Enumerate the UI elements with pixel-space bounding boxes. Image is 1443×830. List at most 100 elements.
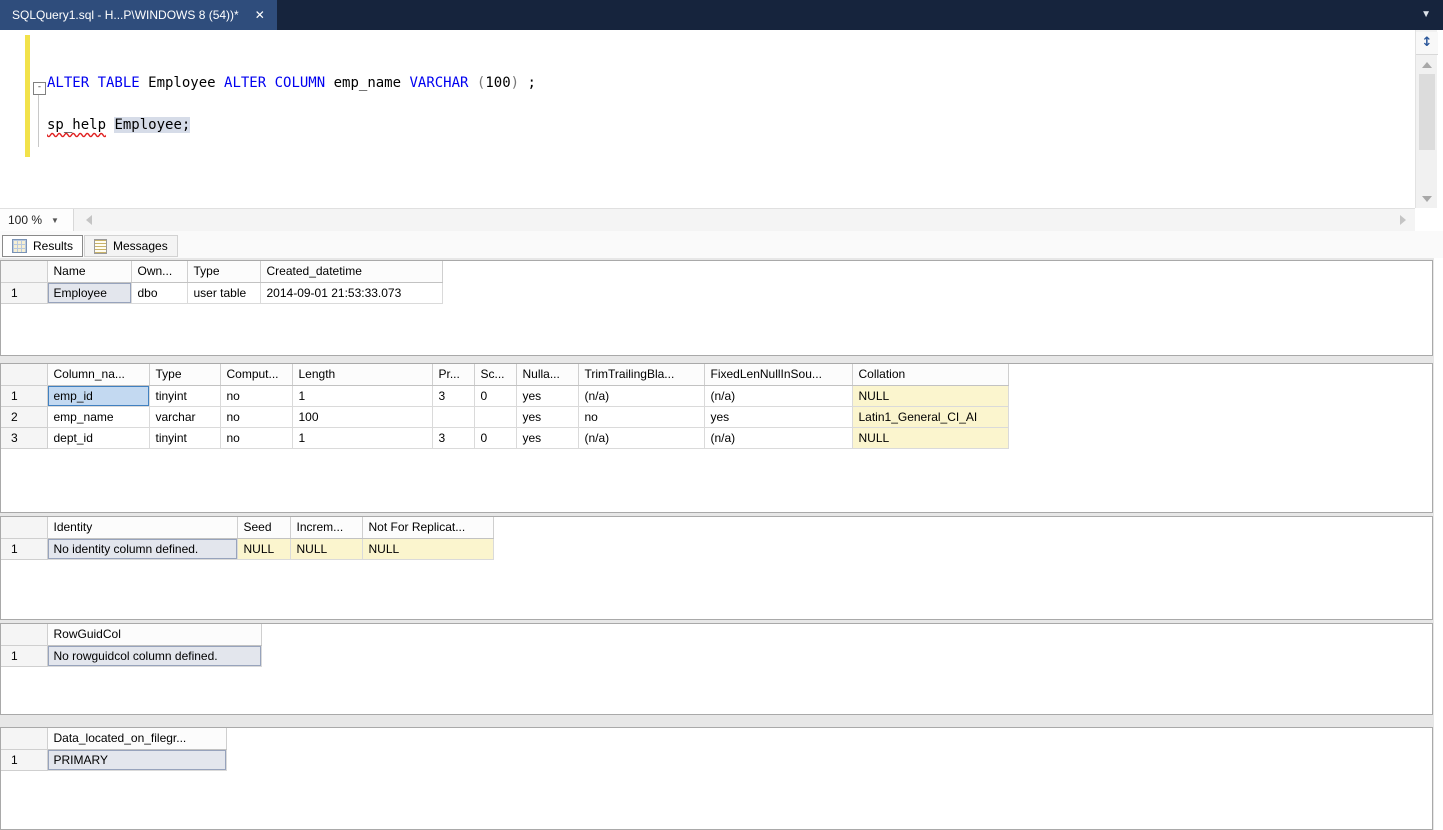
results-pane: Name Own... Type Created_datetime 1 Employee d… — [0, 258, 1434, 830]
grid-cell[interactable]: dept_id — [47, 427, 150, 449]
grid-cell[interactable]: no — [220, 406, 293, 428]
grid-column-header[interactable]: Data_located_on_filegr... — [47, 728, 227, 750]
grid-cell[interactable]: No rowguidcol column defined. — [47, 645, 262, 667]
zoom-value: 100 % — [8, 213, 43, 227]
grid-column-header[interactable]: Length — [292, 364, 433, 386]
grid-column-header[interactable]: Nulla... — [516, 364, 579, 386]
grid-column-header[interactable]: FixedLenNullInSou... — [704, 364, 853, 386]
zoom-dropdown[interactable]: 100 % ▼ — [0, 209, 74, 231]
grid-cell[interactable]: tinyint — [149, 427, 221, 449]
window-menu-caret-icon[interactable]: ▼ — [1421, 9, 1431, 20]
grid-column-header[interactable]: Created_datetime — [260, 261, 443, 283]
scroll-up-icon[interactable] — [1422, 62, 1432, 68]
grid-cell[interactable]: (n/a) — [704, 385, 853, 407]
grid-row-header[interactable]: 1 — [1, 538, 48, 560]
grid-cell[interactable]: NULL — [852, 427, 1009, 449]
grid-cell[interactable]: 1 — [292, 385, 433, 407]
results-tab-bar: Results Messages — [0, 231, 1443, 258]
grid-column-header[interactable]: Identity — [47, 517, 238, 539]
grid-corner[interactable] — [1, 624, 48, 646]
code-token: emp_name — [325, 75, 410, 91]
grid-row-header[interactable]: 3 — [1, 427, 48, 449]
grid-cell[interactable]: NULL — [362, 538, 494, 560]
grid-corner[interactable] — [1, 517, 48, 539]
grid-corner[interactable] — [1, 364, 48, 386]
scroll-down-icon[interactable] — [1422, 196, 1432, 202]
grid-row-header[interactable]: 2 — [1, 406, 48, 428]
grid-column-header[interactable]: Collation — [852, 364, 1009, 386]
editor-vertical-scrollbar[interactable]: ↕ — [1415, 30, 1438, 208]
grid-column-header[interactable]: Sc... — [474, 364, 517, 386]
grid-cell[interactable]: emp_name — [47, 406, 150, 428]
grid-cell[interactable]: Employee — [47, 282, 132, 304]
code-token: ; — [519, 75, 536, 91]
grid-cell[interactable]: no — [220, 427, 293, 449]
grid-cell[interactable]: NULL — [290, 538, 363, 560]
close-icon[interactable]: ✕ — [255, 9, 265, 21]
grid-cell[interactable]: tinyint — [149, 385, 221, 407]
grid-corner[interactable] — [1, 728, 48, 750]
grid-row-header[interactable]: 1 — [1, 385, 48, 407]
grid-cell[interactable]: user table — [187, 282, 261, 304]
grid-cell[interactable]: PRIMARY — [47, 749, 227, 771]
grid-cell[interactable]: yes — [516, 385, 579, 407]
grid-corner[interactable] — [1, 261, 48, 283]
splitter-handle-icon[interactable]: ↕ — [1416, 32, 1438, 55]
tab-messages[interactable]: Messages — [84, 235, 178, 257]
grid-column-header[interactable]: Type — [149, 364, 221, 386]
grid-column-header[interactable]: Pr... — [432, 364, 475, 386]
document-tab-title: SQLQuery1.sql - H...P\WINDOWS 8 (54))* — [12, 8, 239, 22]
grid-cell[interactable]: yes — [516, 427, 579, 449]
grid-cell[interactable]: 3 — [432, 427, 475, 449]
code-token: Employee; — [114, 117, 191, 133]
grid-cell[interactable] — [432, 406, 475, 428]
grid-cell[interactable] — [474, 406, 517, 428]
collapse-region-toggle[interactable]: - — [33, 82, 46, 95]
code-token: Employee — [139, 75, 225, 91]
result-grid-panel-3: Identity Seed Increm... Not For Replicat...… — [0, 516, 1433, 620]
grid-cell[interactable]: 2014-09-01 21:53:33.073 — [260, 282, 443, 304]
grid-column-header[interactable]: Comput... — [220, 364, 293, 386]
grid-cell[interactable]: (n/a) — [578, 427, 705, 449]
result-grid-panel-4: RowGuidCol 1 No rowguidcol column defined. — [0, 623, 1433, 715]
vertical-scroll-thumb[interactable] — [1419, 74, 1435, 150]
grid-column-header[interactable]: RowGuidCol — [47, 624, 262, 646]
grid-cell[interactable]: (n/a) — [704, 427, 853, 449]
grid-cell[interactable]: No identity column defined. — [47, 538, 238, 560]
grid-column-header[interactable]: TrimTrailingBla... — [578, 364, 705, 386]
grid-column-header[interactable]: Name — [47, 261, 132, 283]
grid-cell[interactable]: NULL — [237, 538, 291, 560]
scroll-right-icon[interactable] — [1400, 215, 1406, 225]
grid-cell[interactable]: no — [220, 385, 293, 407]
grid-column-header[interactable]: Column_na... — [47, 364, 150, 386]
sql-editor[interactable]: - ALTER TABLE Employee ALTER COLUMN emp_… — [0, 30, 1415, 208]
grid-cell[interactable]: Latin1_General_CI_AI — [852, 406, 1009, 428]
tab-results[interactable]: Results — [2, 235, 84, 257]
grid-cell[interactable]: yes — [704, 406, 853, 428]
grid-cell[interactable]: 3 — [432, 385, 475, 407]
grid-cell[interactable]: (n/a) — [578, 385, 705, 407]
grid-column-header[interactable]: Own... — [131, 261, 188, 283]
grid-column-header[interactable]: Increm... — [290, 517, 363, 539]
grid-cell[interactable]: 0 — [474, 385, 517, 407]
grid-cell[interactable]: 1 — [292, 427, 433, 449]
grid-column-header[interactable]: Not For Replicat... — [362, 517, 494, 539]
messages-icon — [94, 238, 107, 254]
grid-row-header[interactable]: 1 — [1, 749, 48, 771]
scroll-left-icon[interactable] — [86, 215, 92, 225]
grid-column-header[interactable]: Type — [187, 261, 261, 283]
grid-cell[interactable]: dbo — [131, 282, 188, 304]
result-grid: Column_na... Type Comput... Length Pr... Sc..… — [1, 364, 1009, 449]
grid-cell[interactable]: yes — [516, 406, 579, 428]
result-grid-panel-2: Column_na... Type Comput... Length Pr... Sc..… — [0, 363, 1433, 513]
grid-cell[interactable]: emp_id — [47, 385, 150, 407]
grid-cell[interactable]: NULL — [852, 385, 1009, 407]
grid-cell[interactable]: varchar — [149, 406, 221, 428]
grid-column-header[interactable]: Seed — [237, 517, 291, 539]
grid-cell[interactable]: 100 — [292, 406, 433, 428]
grid-row-header[interactable]: 1 — [1, 282, 48, 304]
grid-cell[interactable]: 0 — [474, 427, 517, 449]
grid-cell[interactable]: no — [578, 406, 705, 428]
grid-row-header[interactable]: 1 — [1, 645, 48, 667]
document-tab[interactable]: SQLQuery1.sql - H...P\WINDOWS 8 (54))* ✕ — [0, 0, 277, 30]
